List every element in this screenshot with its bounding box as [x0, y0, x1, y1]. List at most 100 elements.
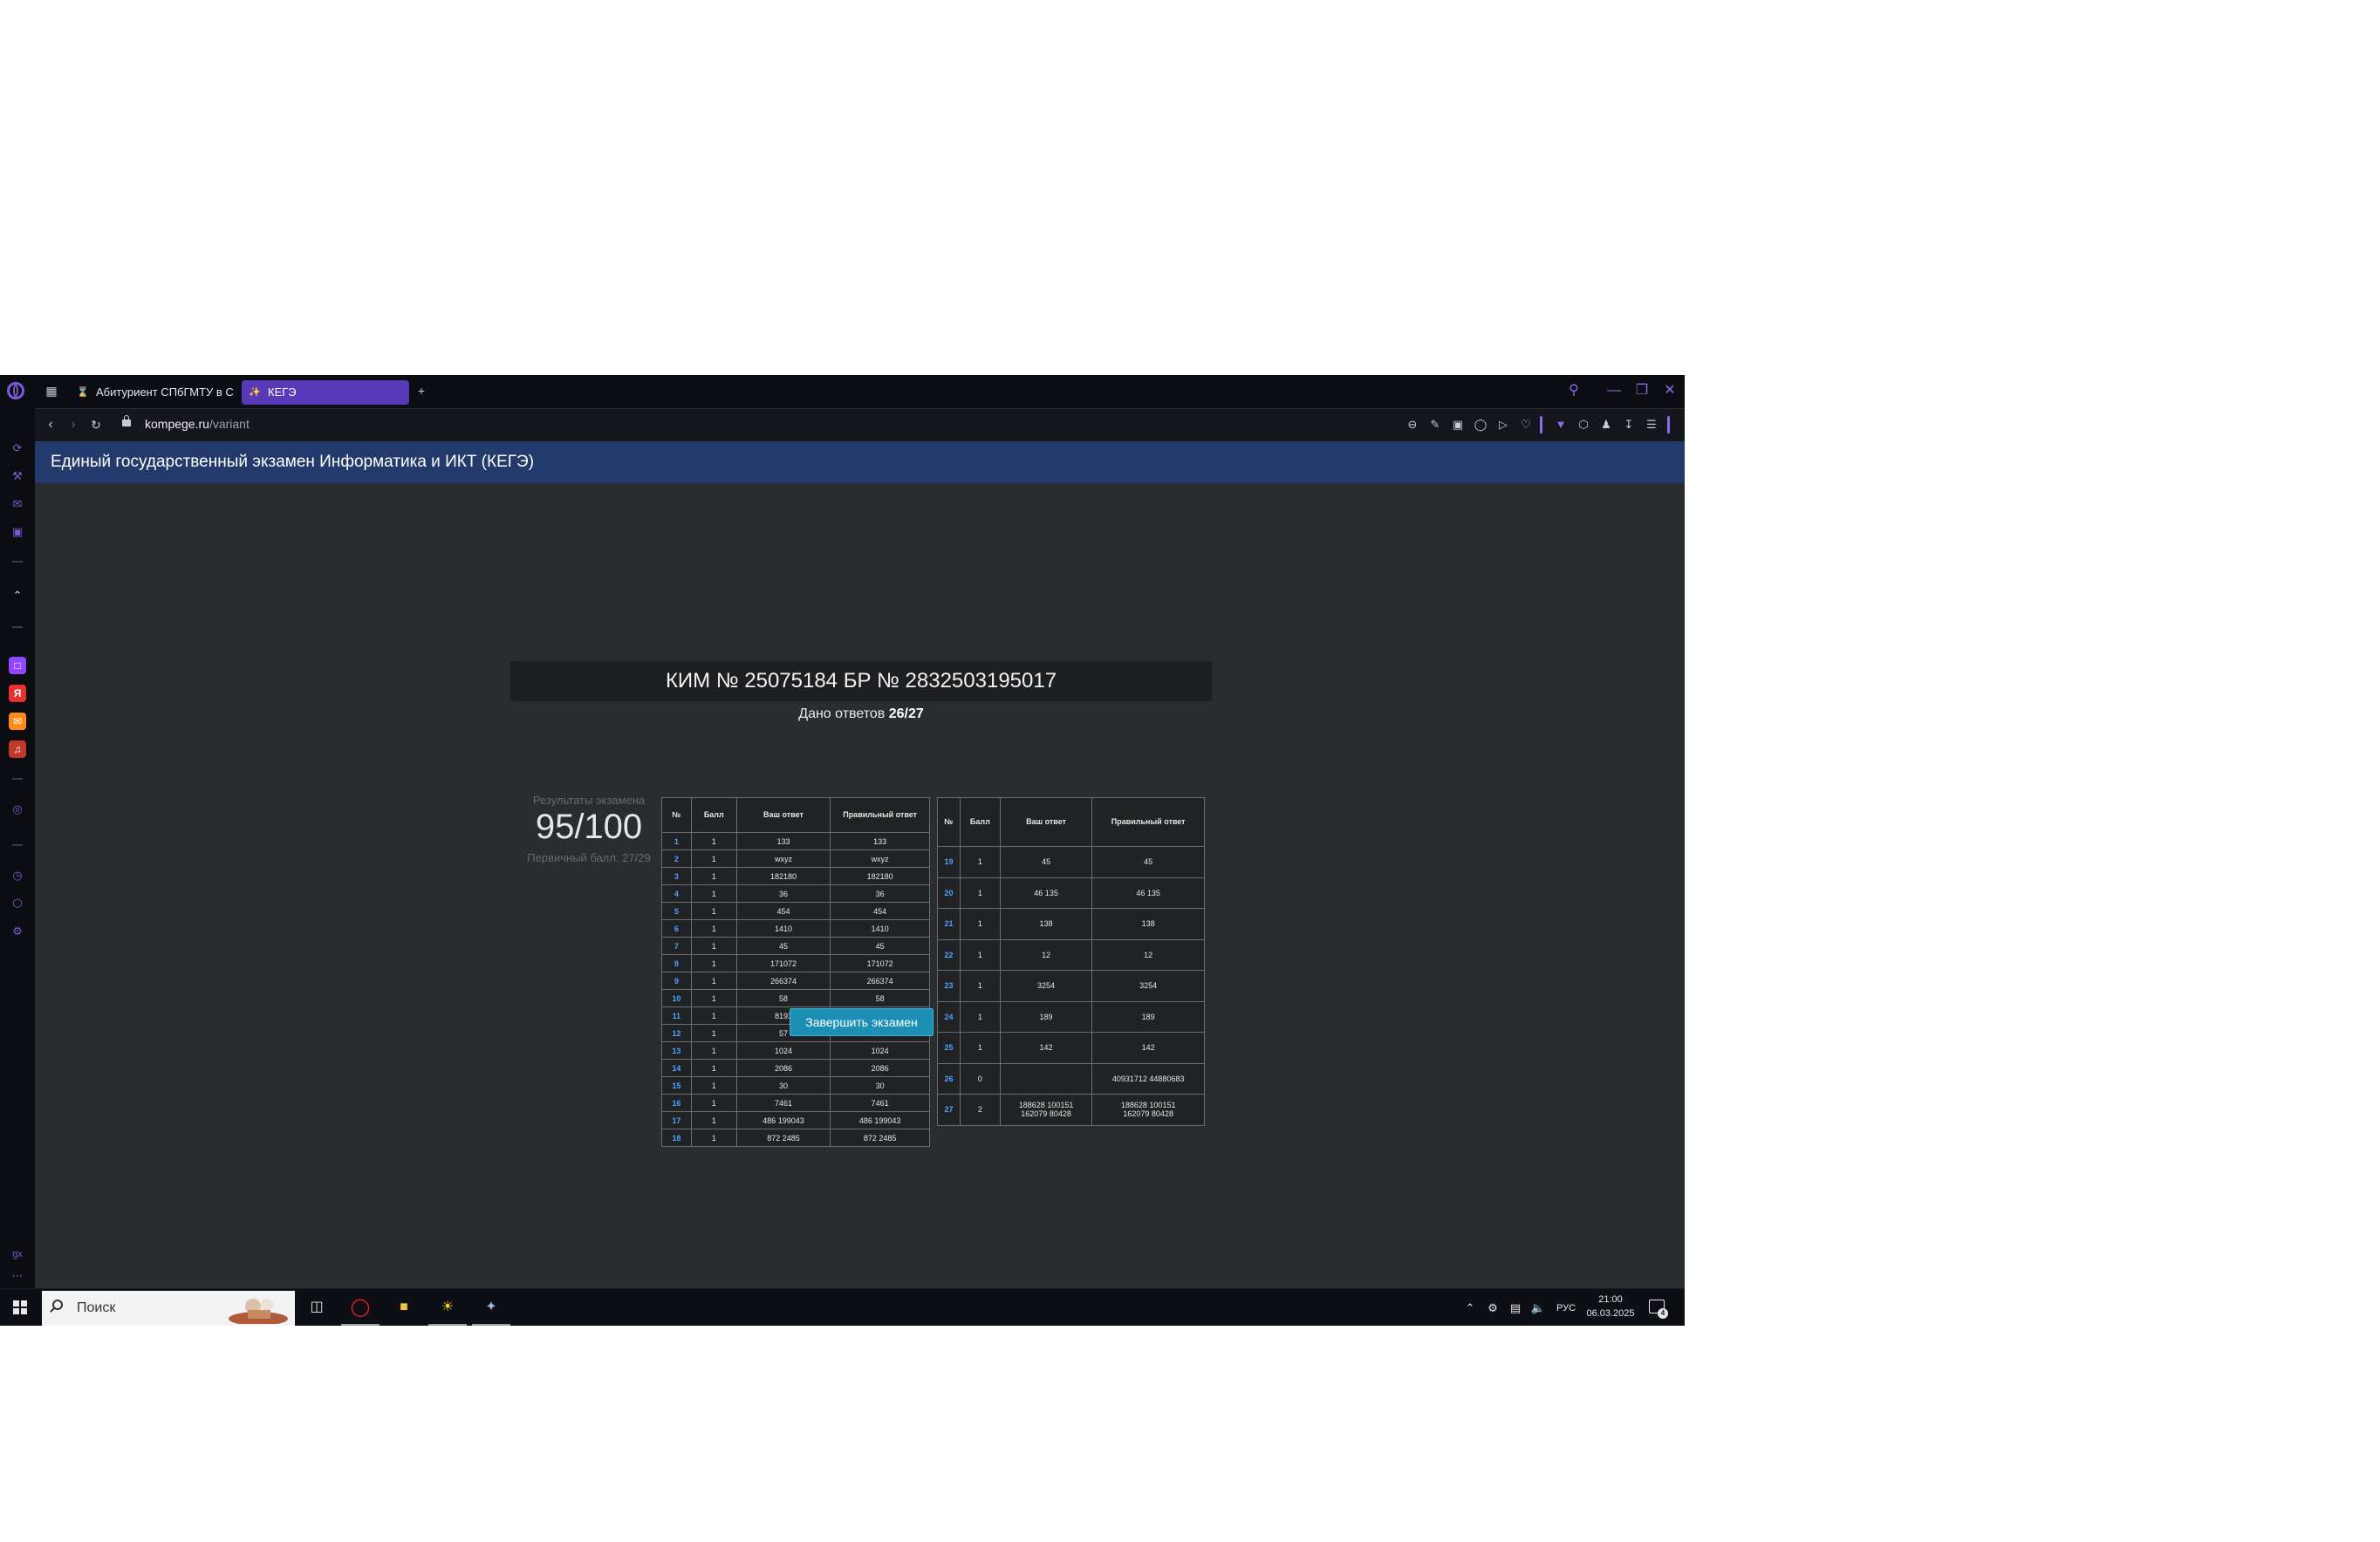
twitch-icon[interactable]: □ — [9, 657, 26, 674]
back-icon[interactable]: ‹ — [42, 416, 59, 433]
mail-icon[interactable]: ✉ — [9, 713, 26, 730]
your-answer: 171072 — [735, 954, 831, 972]
url-path: /variant — [209, 417, 250, 431]
app-rocket-icon[interactable]: ✦ — [480, 1296, 503, 1319]
clock-date: 06.03.2025 — [1586, 1308, 1635, 1319]
snapshot-icon[interactable]: ▣ — [1450, 417, 1466, 433]
easy-setup-icon[interactable]: ✎ — [1427, 417, 1443, 433]
language-indicator[interactable]: РУС — [1553, 1300, 1579, 1317]
forward-icon[interactable]: › — [65, 416, 82, 433]
row-score: 1 — [690, 832, 737, 850]
correct-answer: 45 — [1091, 846, 1205, 878]
row-score: 1 — [690, 1059, 737, 1077]
tab-label: Абитуриент СПбГМТУ в С — [96, 386, 234, 399]
taskbar-search[interactable]: Поиск — [42, 1291, 295, 1326]
your-answer: 133 — [735, 832, 831, 850]
row-score: 1 — [959, 1000, 1001, 1033]
question-number: 5 — [661, 902, 692, 920]
your-answer: 454 — [735, 902, 831, 920]
toolbar-separator — [1540, 416, 1542, 433]
your-answer: 36 — [735, 884, 831, 903]
arrow-up-icon[interactable]: ⌃ — [9, 587, 26, 604]
app-sun-icon[interactable]: ☀ — [436, 1296, 459, 1319]
send-icon[interactable]: ▷ — [1495, 417, 1511, 433]
active-indicator — [341, 1324, 380, 1326]
question-number: 6 — [661, 919, 692, 938]
tab-search-icon[interactable]: ⚲ — [1563, 380, 1584, 401]
restore-icon[interactable]: ❐ — [1631, 380, 1652, 401]
profile-icon[interactable]: ♟ — [1598, 417, 1614, 433]
row-score: 1 — [690, 919, 737, 938]
table-row: 26 0 40931712 44880683 — [937, 1062, 1205, 1095]
question-number: 7 — [661, 937, 692, 955]
volume-icon[interactable]: 🔈 — [1530, 1300, 1546, 1317]
yandex-icon[interactable]: Я — [9, 685, 26, 702]
opera-logo-icon[interactable] — [7, 382, 24, 399]
shop-icon[interactable]: ⚒ — [9, 467, 26, 485]
correct-answer: 3254 — [1091, 970, 1205, 1002]
zoom-out-icon[interactable]: ⊖ — [1405, 417, 1420, 433]
network-icon[interactable]: ▤ — [1508, 1300, 1523, 1317]
tab-abiturient[interactable]: ⌛ Абитуриент СПбГМТУ в С — [70, 380, 234, 405]
cube-icon[interactable]: ⬡ — [1576, 417, 1591, 433]
app-icon[interactable]: ♫ — [9, 740, 26, 758]
clock[interactable]: 21:00 06.03.2025 — [1584, 1293, 1637, 1320]
question-number: 4 — [661, 884, 692, 903]
row-score: 1 — [690, 1041, 737, 1060]
table-row: 1 1 133 133 — [661, 832, 930, 850]
heart-icon[interactable]: ♡ — [1518, 417, 1534, 433]
table-row: 6 1 1410 1410 — [661, 919, 930, 938]
question-number: 18 — [661, 1129, 692, 1147]
tray-chevron-icon[interactable]: ⌃ — [1464, 1300, 1476, 1317]
opera-taskbar-icon[interactable]: ◯ — [349, 1296, 372, 1319]
chat-icon[interactable]: ✉ — [9, 495, 26, 513]
cart-icon[interactable]: ▼ — [1553, 417, 1569, 433]
tray-power-icon[interactable]: ⚙ — [1486, 1300, 1500, 1317]
question-number: 9 — [661, 972, 692, 990]
tab-kege[interactable]: ✨ КЕГЭ — [242, 380, 409, 405]
history-icon[interactable]: ◷ — [9, 867, 26, 884]
correct-answer: 188628 100151 162079 80428 — [1091, 1094, 1205, 1126]
task-view-icon[interactable]: ◫ — [305, 1296, 328, 1319]
row-score: 1 — [690, 937, 737, 955]
adblock-shield-icon[interactable]: ◯ — [1473, 417, 1488, 433]
question-number: 2 — [661, 849, 692, 868]
row-score: 1 — [690, 884, 737, 903]
close-icon[interactable]: ✕ — [1659, 380, 1680, 401]
page-header: Единый государственный экзамен Информати… — [35, 441, 1685, 483]
player-icon[interactable]: ◎ — [9, 801, 26, 818]
messenger-icon[interactable]: ▣ — [9, 523, 26, 541]
col-yours-header: Ваш ответ — [999, 797, 1093, 847]
question-number: 3 — [661, 867, 692, 885]
question-number: 22 — [937, 938, 961, 971]
file-explorer-icon[interactable]: ■ — [393, 1296, 415, 1319]
row-score: 1 — [690, 849, 737, 868]
your-answer: 3254 — [999, 970, 1093, 1002]
extensions-icon[interactable]: ⬡ — [9, 895, 26, 912]
workspaces-icon[interactable]: ▦ — [44, 383, 59, 399]
url-field[interactable]: kompege.ru/variant — [145, 417, 250, 431]
menu-icon[interactable]: ☰ — [1644, 417, 1659, 433]
settings-icon[interactable]: ⚙ — [9, 923, 26, 940]
windows-start-icon[interactable] — [13, 1300, 27, 1314]
gx-icon[interactable]: gx — [9, 1245, 26, 1263]
question-number: 20 — [937, 877, 961, 909]
new-tab-button[interactable]: + — [414, 383, 429, 399]
table-row: 25 1 142 142 — [937, 1032, 1205, 1064]
question-number: 23 — [937, 970, 961, 1002]
correct-answer: 1410 — [830, 919, 930, 938]
col-yours-header: Ваш ответ — [735, 797, 831, 833]
row-score: 1 — [690, 989, 737, 1007]
table-row: 20 1 46 135 46 135 — [937, 877, 1205, 909]
minimize-icon[interactable]: — — [1604, 380, 1624, 401]
question-number: 16 — [661, 1094, 692, 1112]
finish-exam-button[interactable]: Завершить экзамен — [790, 1008, 934, 1036]
your-answer: 7461 — [735, 1094, 831, 1112]
download-icon[interactable]: ↧ — [1621, 417, 1637, 433]
more-icon[interactable]: ⋯ — [9, 1267, 26, 1285]
table-row: 2 1 wxyz wxyz — [661, 849, 930, 868]
aria-icon[interactable]: ⟳ — [9, 440, 26, 457]
your-answer: 12 — [999, 938, 1093, 971]
reload-icon[interactable]: ↻ — [87, 416, 105, 433]
url-host: kompege.ru — [145, 417, 209, 431]
